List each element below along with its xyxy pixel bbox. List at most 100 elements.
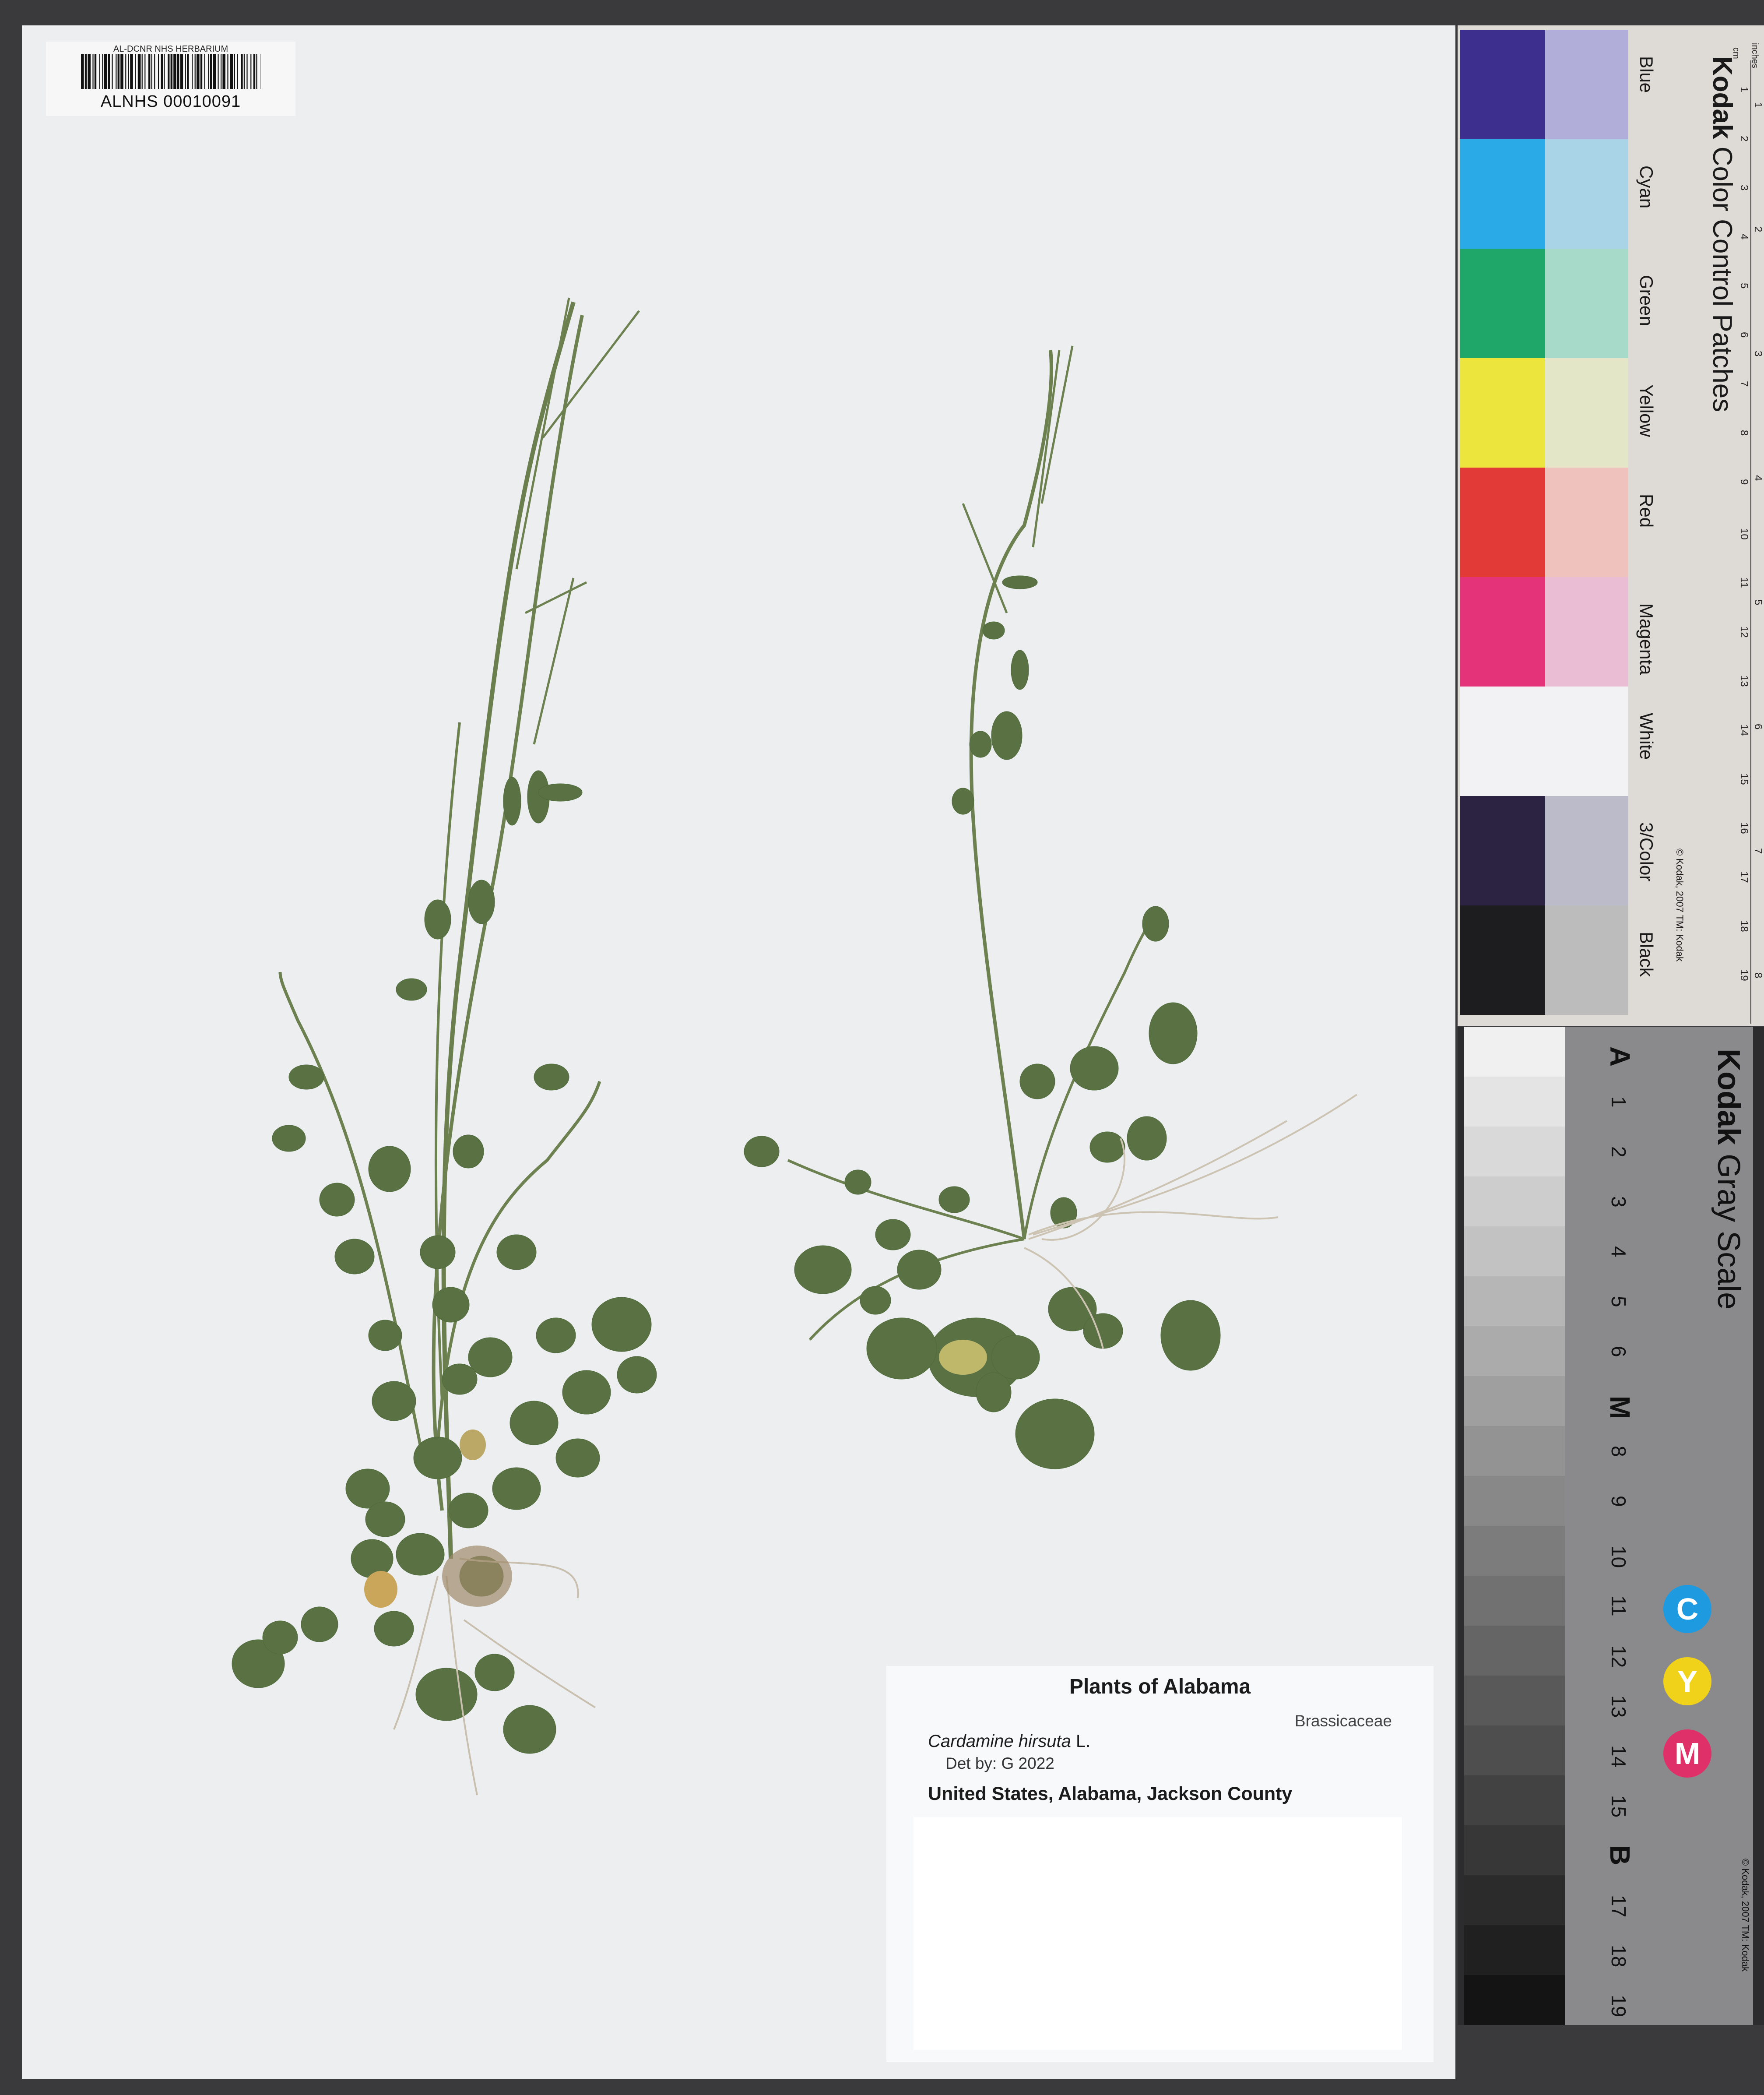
gray-step: [1464, 1576, 1565, 1626]
cm-tick-label: 1: [1738, 87, 1750, 93]
patch-white-light: [1545, 687, 1628, 796]
gray-step-label: 9: [1607, 1496, 1630, 1507]
gray-step: [1464, 1476, 1565, 1526]
gray-step-label: M: [1604, 1396, 1636, 1419]
color-control-card: Kodak Color Control Patches Blue Cyan Gree…: [1458, 25, 1764, 1026]
inch-tick-label: 2: [1752, 226, 1764, 232]
specimen-right: [744, 345, 1358, 1469]
cm-tick-label: 4: [1738, 234, 1750, 240]
color-card-brand: Kodak: [1707, 56, 1737, 139]
gray-step-label: A: [1604, 1046, 1636, 1067]
cm-tick-label: 14: [1738, 724, 1750, 736]
gray-step-label: 18: [1607, 1945, 1630, 1968]
patch-label: Green: [1636, 275, 1657, 326]
gray-step: [1464, 1326, 1565, 1376]
label-blank-area: [914, 1817, 1402, 2050]
cm-tick-label: 12: [1738, 626, 1750, 638]
gray-step-label: 1: [1607, 1096, 1630, 1108]
cm-tick-label: 2: [1738, 136, 1750, 142]
inch-tick-label: 8: [1752, 972, 1764, 979]
gray-step: [1464, 1676, 1565, 1725]
gray-card-copyright: © Kodak, 2007 TM: Kodak: [1740, 1859, 1751, 1972]
inch-tick-label: 1: [1752, 102, 1764, 108]
gray-step-label: 15: [1607, 1795, 1630, 1818]
gray-step: [1464, 1027, 1565, 1077]
patch-red-dark: [1460, 468, 1545, 577]
gray-step: [1464, 1426, 1565, 1476]
gray-step-label: 3: [1607, 1196, 1630, 1208]
circle-m: M: [1663, 1729, 1711, 1778]
gray-step-label: 10: [1607, 1546, 1630, 1568]
gray-step: [1464, 1127, 1565, 1176]
patch-magenta-light: [1545, 577, 1628, 687]
patch-black-dark: [1460, 905, 1545, 1015]
gray-step: [1464, 1925, 1565, 1975]
genus-species: Cardamine hirsuta: [928, 1732, 1071, 1751]
patch-green-light: [1545, 249, 1628, 358]
patch-yellow-dark: [1460, 358, 1545, 468]
patch-blue-light: [1545, 30, 1628, 139]
gray-step: [1464, 1276, 1565, 1326]
patch-3-color-dark: [1460, 796, 1545, 905]
taxon-name: Cardamine hirsuta L.: [928, 1732, 1090, 1751]
patch-white-dark: [1460, 687, 1545, 796]
circle-c: C: [1663, 1585, 1711, 1633]
inch-tick-label: 7: [1752, 848, 1764, 854]
gray-step-label: 19: [1607, 1995, 1630, 2018]
label-title: Plants of Alabama: [1069, 1675, 1251, 1698]
gray-step-label: 8: [1607, 1446, 1630, 1457]
taxon-author: L.: [1075, 1732, 1091, 1751]
gray-step-label: 4: [1607, 1246, 1630, 1257]
gray-step-label: B: [1604, 1845, 1636, 1866]
patch-label: 3/Color: [1636, 822, 1657, 882]
specimen-label: Plants of Alabama Brassicaceae Cardamine…: [886, 1666, 1434, 2062]
gray-card-title-text: Gray Scale: [1711, 1154, 1746, 1310]
gray-step: [1464, 1526, 1565, 1576]
patch-label: Red: [1636, 494, 1657, 528]
gray-step: [1464, 1376, 1565, 1426]
inch-tick-label: 5: [1752, 599, 1764, 606]
inch-tick-label: 3: [1752, 351, 1764, 357]
patch-cyan-dark: [1460, 139, 1545, 249]
gray-step-label: 6: [1607, 1346, 1630, 1357]
cm-tick-label: 19: [1738, 969, 1750, 981]
family-name: Brassicaceae: [1294, 1712, 1392, 1730]
color-card-copyright: © Kodak, 2007 TM: Kodak: [1674, 849, 1685, 961]
gray-step-label: 17: [1607, 1895, 1630, 1918]
gray-step: [1464, 1226, 1565, 1276]
inch-tick-label: 6: [1752, 724, 1764, 730]
gray-step: [1464, 1975, 1565, 2025]
gray-step-label: 11: [1607, 1595, 1630, 1616]
patch-3-color-light: [1545, 796, 1628, 905]
gray-step: [1464, 1176, 1565, 1226]
cm-tick-label: 16: [1738, 822, 1750, 834]
gray-step: [1464, 1775, 1565, 1825]
gray-card-brand: Kodak: [1711, 1049, 1746, 1145]
patch-magenta-dark: [1460, 577, 1545, 687]
color-card-title: Kodak Color Control Patches: [1707, 56, 1738, 412]
gray-step-label: 2: [1607, 1146, 1630, 1158]
determination: Det by: G 2022: [945, 1754, 1054, 1772]
gray-step-label: 12: [1607, 1645, 1630, 1668]
ruler-cm-label: cm: [1731, 47, 1741, 59]
cm-tick-label: 9: [1738, 479, 1750, 485]
patch-label: White: [1636, 713, 1657, 760]
patch-label: Blue: [1636, 56, 1657, 93]
gray-step: [1464, 1825, 1565, 1875]
cm-tick-label: 3: [1738, 185, 1750, 191]
patch-label: Black: [1636, 932, 1657, 977]
gray-scale-card: Kodak Gray Scale A 1 2 3 4 5 6 M 8 9 10 11 12 13 14 15 B…: [1458, 1027, 1764, 2025]
cm-tick-label: 18: [1738, 920, 1750, 932]
patch-label: Yellow: [1636, 384, 1657, 437]
gray-step: [1464, 1626, 1565, 1676]
gray-card-title: Kodak Gray Scale: [1711, 1049, 1746, 1310]
gray-step: [1464, 1077, 1565, 1127]
gray-step-label: 13: [1607, 1695, 1630, 1718]
patch-blue-dark: [1460, 30, 1545, 139]
gray-step-label: 14: [1607, 1745, 1630, 1768]
cm-tick-label: 8: [1738, 430, 1750, 436]
cm-tick-label: 11: [1738, 577, 1750, 588]
cm-tick-label: 7: [1738, 381, 1750, 387]
patch-label: Cyan: [1636, 165, 1657, 209]
inch-tick-label: 4: [1752, 475, 1764, 481]
